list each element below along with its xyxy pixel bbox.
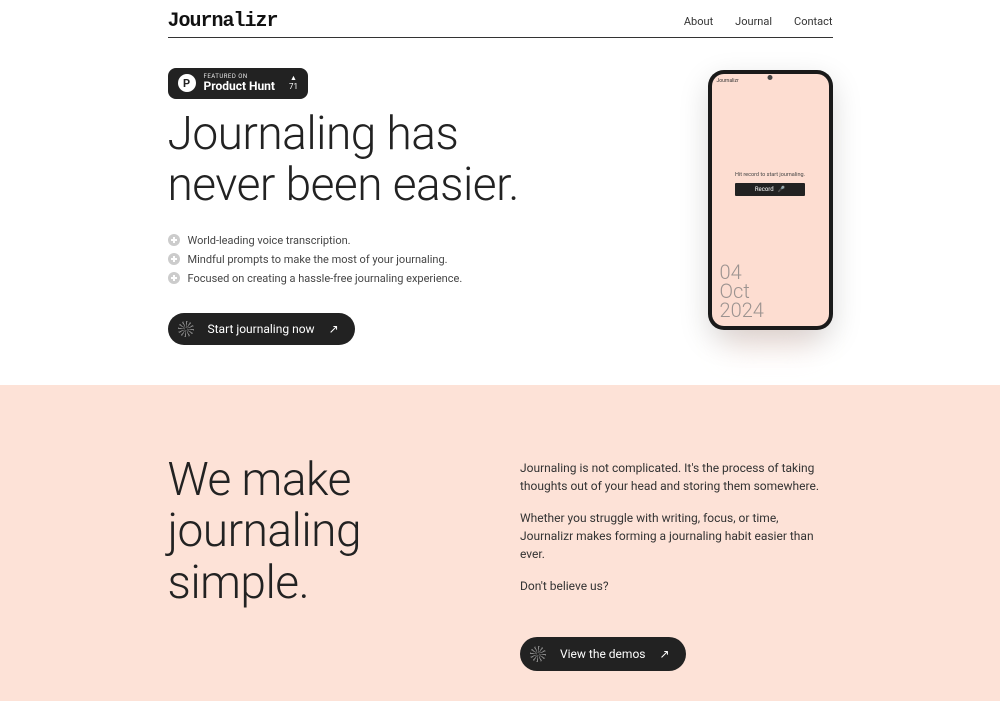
view-demos-button[interactable]: View the demos ↗	[520, 637, 686, 671]
upvote-icon: ▲	[290, 75, 297, 82]
plus-icon	[168, 272, 180, 284]
feature-text: Mindful prompts to make the most of your…	[188, 253, 448, 266]
arrow-icon: ↗	[329, 322, 339, 336]
start-journaling-button[interactable]: Start journaling now ↗	[168, 313, 355, 345]
phone-hint: Hit record to start journaling.	[720, 172, 821, 178]
nav-contact[interactable]: Contact	[794, 15, 832, 28]
s2-title-l3: simple.	[168, 556, 310, 610]
section2-p3: Don't believe us?	[520, 577, 833, 595]
feature-item: Focused on creating a hassle-free journa…	[168, 272, 623, 285]
cta-label: View the demos	[560, 645, 645, 663]
hero-title-line2: never been easier.	[168, 158, 519, 212]
ph-vote: ▲ 71	[289, 75, 298, 91]
date-year: 2024	[720, 301, 764, 320]
hero-title-line1: Journaling has	[168, 107, 459, 161]
plus-icon	[168, 253, 180, 265]
phone-camera-icon	[768, 75, 773, 80]
section2-title: We make journaling simple.	[168, 455, 481, 610]
section2-p1: Journaling is not complicated. It's the …	[520, 459, 833, 495]
feature-list: World-leading voice transcription. Mindf…	[168, 234, 623, 285]
plus-icon	[168, 234, 180, 246]
header: Journalizr About Journal Contact	[0, 0, 1000, 44]
phone-record-button: Record 🎤	[735, 183, 805, 196]
ph-name: Product Hunt	[204, 80, 275, 93]
section2-p2: Whether you struggle with writing, focus…	[520, 509, 833, 563]
feature-text: Focused on creating a hassle-free journa…	[188, 272, 463, 285]
ph-featured-label: FEATURED ON	[204, 74, 275, 80]
phone-date: 04 Oct 2024	[720, 263, 764, 320]
feature-item: World-leading voice transcription.	[168, 234, 623, 247]
product-hunt-badge[interactable]: P FEATURED ON Product Hunt ▲ 71	[168, 68, 308, 99]
phone-mockup: Journalizr Hit record to start journalin…	[653, 68, 833, 345]
nav-journal[interactable]: Journal	[735, 15, 772, 28]
nav-about[interactable]: About	[684, 15, 713, 28]
hero-section: P FEATURED ON Product Hunt ▲ 71 Journali…	[0, 44, 1000, 385]
microphone-icon: 🎤	[778, 186, 785, 193]
spinner-icon	[178, 321, 194, 337]
record-label: Record	[755, 186, 774, 193]
hero-title: Journaling has never been easier.	[168, 109, 623, 212]
arrow-icon: ↗	[659, 645, 669, 663]
spinner-icon	[530, 646, 546, 662]
feature-item: Mindful prompts to make the most of your…	[168, 253, 623, 266]
phone-brand: Journalizr	[717, 78, 739, 84]
simple-section: We make journaling simple. Journaling is…	[0, 385, 1000, 701]
feature-text: World-leading voice transcription.	[188, 234, 351, 247]
s2-title-l1: We make	[168, 453, 351, 507]
brand-logo[interactable]: Journalizr	[168, 10, 278, 33]
product-hunt-icon: P	[178, 74, 196, 92]
s2-title-l2: journaling	[168, 504, 362, 558]
cta-label: Start journaling now	[208, 322, 315, 336]
main-nav: About Journal Contact	[684, 15, 833, 28]
ph-count: 71	[289, 82, 298, 91]
